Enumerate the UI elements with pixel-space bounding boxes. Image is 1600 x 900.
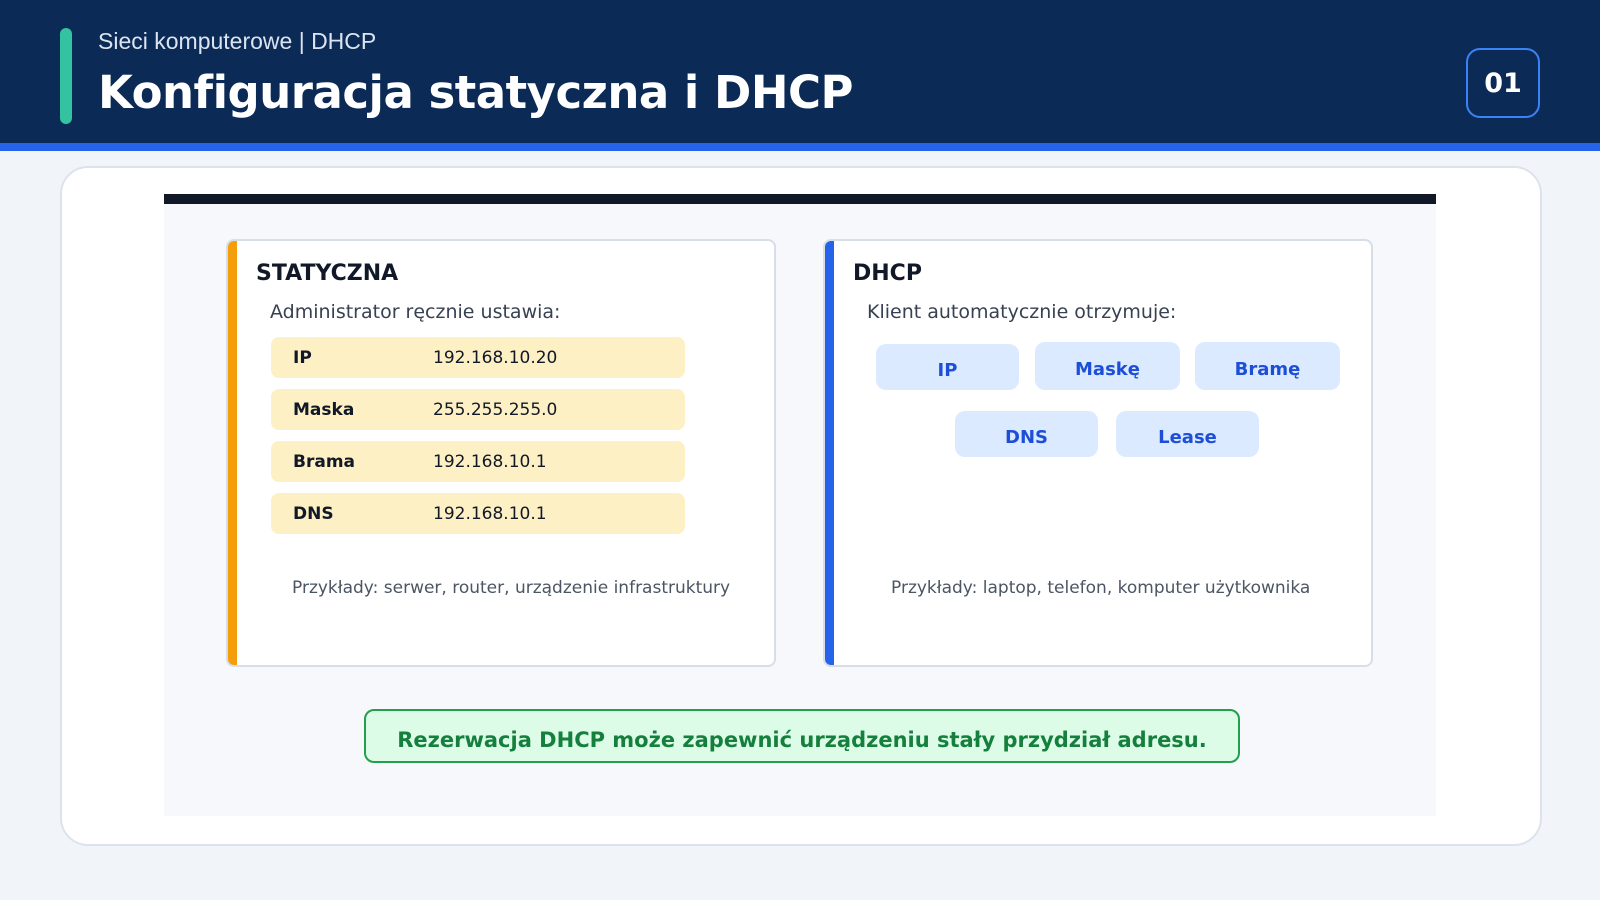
static-row-value: 192.168.10.1 (433, 504, 547, 524)
dhcp-panel-intro: Klient automatycznie otrzymuje: (867, 301, 1177, 323)
dhcp-panel-edge (825, 241, 834, 665)
comparison-diagram: STATYCZNA Administrator ręcznie ustawia:… (164, 194, 1436, 816)
static-panel-intro: Administrator ręcznie ustawia: (270, 301, 561, 323)
slide-subtitle: Sieci komputerowe | DHCP (98, 28, 377, 54)
slide-number-badge: 01 (1466, 48, 1540, 118)
diagram-top-bar (164, 194, 1436, 204)
static-config-panel: STATYCZNA Administrator ręcznie ustawia:… (226, 239, 776, 667)
slide-header: Sieci komputerowe | DHCP Konfiguracja st… (0, 0, 1600, 143)
dhcp-item-lease: Lease (1116, 411, 1259, 457)
slide-title: Konfiguracja statyczna i DHCP (98, 66, 854, 119)
static-row-ip: IP 192.168.10.20 (271, 337, 685, 378)
static-row-gateway: Brama 192.168.10.1 (271, 441, 685, 482)
static-row-value: 255.255.255.0 (433, 400, 558, 420)
static-row-key: Brama (293, 452, 355, 472)
dhcp-config-panel: DHCP Klient automatycznie otrzymuje: IP … (823, 239, 1373, 667)
dhcp-item-gateway: Bramę (1195, 342, 1340, 390)
static-panel-title: STATYCZNA (256, 261, 399, 286)
dhcp-reservation-note: Rezerwacja DHCP może zapewnić urządzeniu… (364, 709, 1240, 763)
static-row-mask: Maska 255.255.255.0 (271, 389, 685, 430)
static-row-dns: DNS 192.168.10.1 (271, 493, 685, 534)
static-row-value: 192.168.10.1 (433, 452, 547, 472)
dhcp-item-dns: DNS (955, 411, 1098, 457)
static-row-key: DNS (293, 504, 334, 524)
header-stripe (0, 143, 1600, 151)
static-row-key: IP (293, 348, 312, 368)
dhcp-panel-title: DHCP (853, 261, 922, 286)
static-row-value: 192.168.10.20 (433, 348, 558, 368)
header-accent-bar (60, 28, 72, 124)
static-examples: Przykłady: serwer, router, urządzenie in… (292, 578, 731, 598)
dhcp-item-ip: IP (876, 344, 1019, 390)
static-row-key: Maska (293, 400, 355, 420)
static-panel-edge (228, 241, 237, 665)
dhcp-item-mask: Maskę (1035, 342, 1180, 390)
dhcp-examples: Przykłady: laptop, telefon, komputer uży… (891, 578, 1311, 598)
